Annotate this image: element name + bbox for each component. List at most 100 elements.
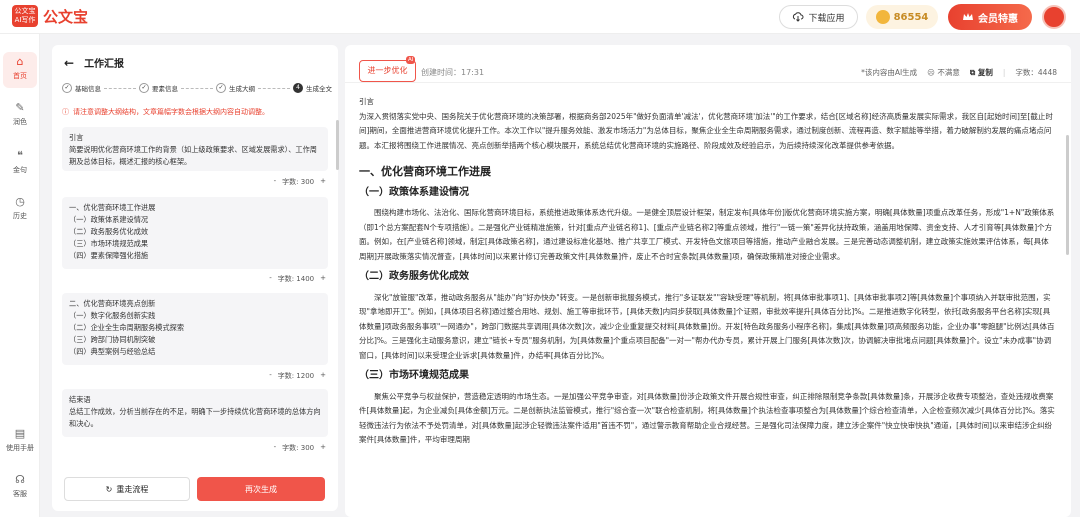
outline-scrollbar[interactable] xyxy=(336,120,339,170)
outline-section-intro[interactable]: 引言 简要说明优化营商环境工作的背景（如上级政策要求、区域发展需求）、工作周期及… xyxy=(62,127,328,171)
section-line: （一）政策体系建设情况 xyxy=(69,215,149,224)
subsection-heading: （三）市场环境规范成果 xyxy=(359,370,469,381)
nav-item-home[interactable]: ⌂ 首页 xyxy=(3,52,37,88)
intro-paragraph: 为深入贯彻落实党中央、国务院关于优化营商环境的决策部署，根据商务部2025年"做… xyxy=(359,111,1053,150)
created-time: 创建时间：17:31 xyxy=(421,68,485,77)
dislike-button[interactable]: ☹ 不满意 xyxy=(927,67,960,78)
logo-mark-line2: AI写作 xyxy=(14,16,36,24)
back-arrow-icon[interactable]: ← xyxy=(64,56,74,70)
word-count-row: - 字数: 1200 + xyxy=(269,371,326,381)
step-label: 基础信息 xyxy=(75,85,101,93)
crown-icon xyxy=(963,13,973,20)
section-line: 简要说明优化营商环境工作的背景（如上级政策要求、区域发展需求）、工作周期及总体目… xyxy=(69,145,317,166)
section-line: 总结工作成效，分析当前存在的不足，明确下一步持续优化营商环境的总体方向和决心。 xyxy=(69,407,321,428)
coin-count: 86554 xyxy=(893,11,929,23)
cloud-download-icon xyxy=(793,12,804,22)
nav-label: 客服 xyxy=(13,490,27,498)
copy-label: 复制 xyxy=(977,68,993,77)
outline-section-conclusion[interactable]: 结束语 总结工作成效，分析当前存在的不足，明确下一步持续优化营商环境的总体方向和… xyxy=(62,389,328,437)
minus-icon[interactable]: - xyxy=(269,274,272,284)
nav-label: 金句 xyxy=(13,166,27,174)
notice: ⓘ 请注意调整大纲结构，文章篇幅字数会根据大纲内容自动调整。 xyxy=(62,107,330,117)
intro-heading: 引言 xyxy=(359,97,374,106)
word-count: 字数: 300 xyxy=(282,178,315,186)
manual-icon: ▤ xyxy=(14,427,26,440)
outline-section-innovation[interactable]: 二、优化营商环境亮点创新 （一）数字化服务创新实践 （二）企业全生命周期服务模式… xyxy=(62,293,328,365)
step-label: 生成全文 xyxy=(306,85,332,93)
coin-balance[interactable]: 86554 xyxy=(866,5,938,29)
regenerate-button[interactable]: 再次生成 xyxy=(197,477,325,501)
section-line: （二）企业全生命周期服务模式探索 xyxy=(69,323,185,332)
headset-icon: ☊ xyxy=(15,473,25,486)
ai-badge: AI xyxy=(406,56,416,64)
step-number: 4 xyxy=(293,83,303,93)
section-line: （三）跨部门协同机制突破 xyxy=(69,335,156,344)
section-title: 二、优化营商环境亮点创新 xyxy=(69,299,156,308)
section-line: （四）典型案例与经验总结 xyxy=(69,347,156,356)
minus-icon[interactable]: - xyxy=(274,177,277,187)
step-label: 生成大纲 xyxy=(229,85,255,93)
progress-steps: ✓ 基础信息 ✓ 要素信息 ✓ 生成大纲 4 生成全文 xyxy=(62,83,332,93)
section-title: 引言 xyxy=(69,133,84,142)
step-fulltext: 4 生成全文 xyxy=(293,83,332,93)
document-scrollbar[interactable] xyxy=(1066,135,1069,255)
outline-panel: ← 工作汇报 ✓ 基础信息 ✓ 要素信息 ✓ 生成大纲 4 生成全文 ⓘ 请注意… xyxy=(52,45,338,511)
app-logo[interactable]: 公文宝 AI写作 公文宝 xyxy=(12,5,88,27)
notice-text: 请注意调整大纲结构，文章篇幅字数会根据大纲内容自动调整。 xyxy=(73,108,269,116)
ai-note: *该内容由AI生成 xyxy=(861,68,918,77)
history-icon: ◷ xyxy=(15,195,25,208)
step-check-icon: ✓ xyxy=(62,83,72,93)
dislike-label: 不满意 xyxy=(937,68,960,77)
left-nav: ⌂ 首页 ✎ 润色 ❝ 金句 ◷ 历史 ▤ 使用手册 ☊ 客服 xyxy=(0,34,40,517)
info-icon: ⓘ xyxy=(62,108,69,116)
divider: | xyxy=(1002,68,1006,77)
copy-button[interactable]: ⧉ 复制 xyxy=(970,67,993,78)
section-heading: 一、优化营商环境工作进展 xyxy=(359,165,491,178)
vip-offer-button[interactable]: 会员特惠 xyxy=(948,4,1032,30)
regenerate-label: 再次生成 xyxy=(245,484,277,494)
download-label: 下载应用 xyxy=(808,13,845,24)
download-app-button[interactable]: 下载应用 xyxy=(779,5,858,29)
word-count-total: 字数：4448 xyxy=(1015,68,1057,77)
document-body: 引言 为深入贯彻落实党中央、国务院关于优化营商环境的决策部署，根据商务部2025… xyxy=(359,95,1056,452)
section-line: （三）市场环境规范成果 xyxy=(69,239,149,248)
plus-icon[interactable]: + xyxy=(320,371,326,381)
minus-icon[interactable]: - xyxy=(274,443,277,453)
vip-label: 会员特惠 xyxy=(978,13,1018,25)
outline-section-progress[interactable]: 一、优化营商环境工作进展 （一）政策体系建设情况 （二）政务服务优化成效 （三）… xyxy=(62,197,328,269)
nav-item-support[interactable]: ☊ 客服 xyxy=(3,470,37,506)
plus-icon[interactable]: + xyxy=(320,274,326,284)
panel-title-text: 工作汇报 xyxy=(84,59,125,70)
subsection-heading: （二）政务服务优化成效 xyxy=(359,271,469,282)
nav-label: 使用手册 xyxy=(6,444,34,452)
document-toolbar: 进一步优化 AI 创建时间：17:31 *该内容由AI生成 ☹ 不满意 ⧉ 复制… xyxy=(345,45,1071,83)
word-count: 字数: 1200 xyxy=(277,372,315,380)
user-avatar[interactable] xyxy=(1042,5,1066,29)
word-count: 字数: 1400 xyxy=(277,275,315,283)
step-elements: ✓ 要素信息 xyxy=(139,83,178,93)
quote-icon: ❝ xyxy=(17,149,23,162)
panel-title: ← 工作汇报 xyxy=(64,55,125,71)
plus-icon[interactable]: + xyxy=(320,177,326,187)
toolbar-actions: *该内容由AI生成 ☹ 不满意 ⧉ 复制 | 字数：4448 xyxy=(861,67,1057,78)
plus-icon[interactable]: + xyxy=(320,443,326,453)
document-panel: 进一步优化 AI 创建时间：17:31 *该内容由AI生成 ☹ 不满意 ⧉ 复制… xyxy=(345,45,1071,517)
section-line: （一）数字化服务创新实践 xyxy=(69,311,156,320)
section-line: （四）要素保障强化措施 xyxy=(69,251,149,260)
logo-mark-line1: 公文宝 xyxy=(14,7,36,15)
step-check-icon: ✓ xyxy=(139,83,149,93)
minus-icon[interactable]: - xyxy=(269,371,272,381)
nav-item-polish[interactable]: ✎ 润色 xyxy=(3,98,37,134)
step-connector xyxy=(258,87,290,89)
nav-item-history[interactable]: ◷ 历史 xyxy=(3,192,37,228)
polish-icon: ✎ xyxy=(15,101,25,114)
restart-flow-button[interactable]: ↻ 重走流程 xyxy=(64,477,190,501)
copy-icon: ⧉ xyxy=(969,68,976,77)
word-count: 字数: 300 xyxy=(282,444,315,452)
coin-icon xyxy=(875,10,890,24)
word-count-row: - 字数: 1400 + xyxy=(269,274,326,284)
nav-item-manual[interactable]: ▤ 使用手册 xyxy=(3,424,37,460)
nav-item-quotes[interactable]: ❝ 金句 xyxy=(3,146,37,182)
nav-label: 首页 xyxy=(13,72,27,80)
nav-label: 润色 xyxy=(13,118,27,126)
